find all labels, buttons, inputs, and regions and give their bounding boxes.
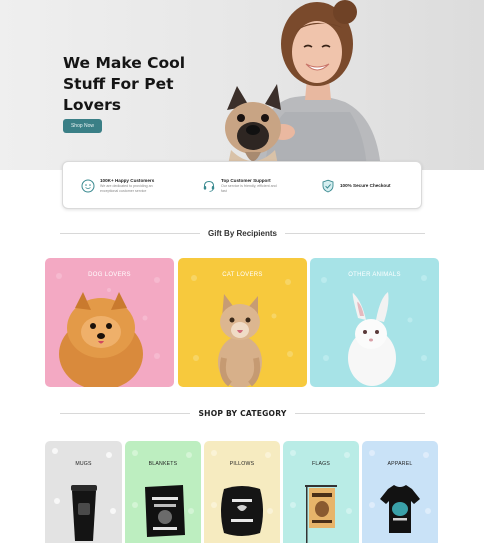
feature-desc: We are dedicated to providing an excepti… <box>100 184 153 193</box>
divider <box>60 233 201 234</box>
feature-customer-support: Top Customer Support Our service is frie… <box>202 162 283 210</box>
tshirt-illustration <box>369 450 431 533</box>
shop-now-button[interactable]: Shop Now <box>63 119 102 133</box>
category-card-apparel[interactable]: APPAREL <box>362 441 438 543</box>
category-heading-row: SHOP BY CATEGORY <box>60 409 425 418</box>
recipient-card-label: OTHER ANIMALS <box>348 272 401 278</box>
pillow-illustration <box>211 450 273 536</box>
category-card-flags[interactable]: FLAGS <box>283 441 359 543</box>
category-heading: SHOP BY CATEGORY <box>198 409 287 418</box>
category-card-label: MUGS <box>75 461 92 467</box>
category-card-label: BLANKETS <box>148 461 178 467</box>
divider <box>60 413 191 414</box>
category-card-pillows[interactable]: PILLOWS <box>204 441 280 543</box>
recipient-card-other-animals[interactable]: OTHER ANIMALS <box>310 258 439 387</box>
features-bar: 100K+ Happy Customers We are dedicated t… <box>62 161 422 209</box>
recipient-card-label: CAT LOVERS <box>222 272 263 278</box>
hero-woman-with-dog-photo <box>225 0 381 170</box>
category-card-blankets[interactable]: BLANKETS <box>125 441 201 543</box>
category-card-label: APPAREL <box>387 461 413 467</box>
recipients-heading-row: Gift By Recipients <box>60 229 425 238</box>
feature-desc: Our service is friendly, efficient and f… <box>221 184 277 193</box>
shield-check-icon <box>322 179 334 193</box>
support-headset-icon <box>203 180 215 192</box>
recipients-heading: Gift By Recipients <box>208 229 277 238</box>
feature-title: 100% Secure Checkout <box>340 183 391 188</box>
category-card-label: PILLOWS <box>229 461 255 467</box>
feature-happy-customers: 100K+ Happy Customers We are dedicated t… <box>81 162 162 210</box>
hero-banner: We Make Cool Stuff For Pet Lovers Shop N… <box>0 0 484 170</box>
garden-flag-illustration <box>290 450 352 543</box>
category-card-label: FLAGS <box>311 461 330 467</box>
recipient-card-cat-lovers[interactable]: CAT LOVERS <box>178 258 307 387</box>
recipient-card-label: DOG LOVERS <box>88 272 131 278</box>
tumbler-mug-illustration <box>52 448 116 541</box>
feature-secure-checkout: 100% Secure Checkout <box>321 162 391 210</box>
hero-title: We Make Cool Stuff For Pet Lovers <box>63 54 186 114</box>
divider <box>294 413 425 414</box>
category-card-mugs[interactable]: MUGS <box>45 441 122 543</box>
divider <box>284 233 425 234</box>
blanket-illustration <box>132 450 194 537</box>
recipient-card-dog-lovers[interactable]: DOG LOVERS <box>45 258 174 387</box>
smile-badge-icon <box>81 179 95 193</box>
